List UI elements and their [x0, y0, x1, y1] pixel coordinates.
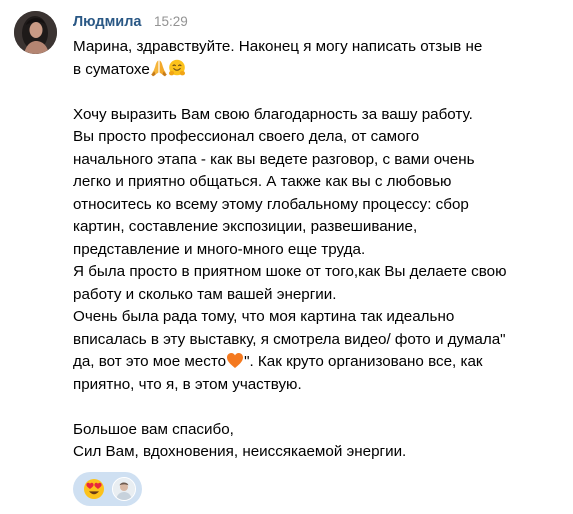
line-text: начального этапа - как вы ведете разгово…	[73, 150, 475, 168]
line-text: Я была просто в приятном шоке от того,ка…	[73, 263, 507, 280]
message-line: легко и приятно общаться. А также как вы…	[73, 171, 563, 194]
message-time[interactable]: 15:29	[154, 14, 188, 29]
line-text: в суматохе	[73, 60, 150, 78]
message-line: Сил Вам, вдохновения, неиссякаемой энерг…	[73, 441, 563, 464]
chat-message: Людмила 15:29 Марина, здравствуйте. Нако…	[0, 0, 573, 514]
line-text: Большое вам спасибо,	[73, 420, 234, 438]
line-text: да, вот это мое место	[73, 353, 227, 370]
orange-heart-icon	[226, 352, 244, 377]
message-line: начального этапа - как вы ведете разгово…	[73, 149, 563, 172]
reactor-avatar[interactable]	[112, 477, 136, 501]
line-text: Вы просто профессионал своего дела, от с…	[73, 128, 420, 145]
message-line: Марина, здравствуйте. Наконец я могу нап…	[73, 36, 563, 59]
line-text: приятно, что я, в этом участвую.	[73, 375, 302, 393]
message-line: относитесь ко всему этому глобальному пр…	[73, 194, 563, 217]
message-line: картин, составление экспозиции, развешив…	[73, 216, 563, 239]
line-text: Марина, здравствуйте. Наконец я могу нап…	[73, 38, 483, 55]
message-line: работу и сколько там вашей энергии.	[73, 284, 563, 307]
author-avatar[interactable]	[14, 11, 57, 54]
line-text: относитесь ко всему этому глобальному пр…	[73, 195, 469, 213]
line-text: Сил Вам, вдохновения, неиссякаемой энерг…	[73, 443, 407, 460]
message-line: в суматохе	[73, 59, 563, 82]
author-name[interactable]: Людмила	[73, 14, 142, 30]
heart-eyes-icon	[83, 478, 105, 505]
message-line: вписалась в эту выставку, я смотрела вид…	[73, 329, 563, 352]
message-line: приятно, что я, в этом участвую.	[73, 374, 563, 397]
message-line: Вы просто профессионал своего дела, от с…	[73, 126, 563, 149]
message-line: представление и много-много еще труда.	[73, 239, 563, 262]
line-text: картин, составление экспозиции, развешив…	[73, 218, 418, 235]
line-text: представление и много-много еще труда.	[73, 240, 366, 258]
folded-hands-icon	[150, 59, 168, 85]
reaction-pill[interactable]	[73, 472, 142, 506]
hugging-face-icon	[168, 59, 186, 85]
message-line: Большое вам спасибо,	[73, 419, 563, 442]
line-text: Очень была рада тому, что моя картина та…	[73, 308, 455, 325]
message-line: да, вот это мое место ". Как круто орган…	[73, 351, 563, 374]
message-line: Хочу выразить Вам свою благодарность за …	[73, 104, 563, 127]
message-body: Марина, здравствуйте. Наконец я могу нап…	[73, 36, 563, 464]
line-text: работу и сколько там вашей энергии.	[73, 285, 337, 303]
line-text: ". Как круто организовано все, как	[244, 353, 483, 370]
line-text: Хочу выразить Вам свою благодарность за …	[73, 105, 473, 123]
message-line: Очень была рада тому, что моя картина та…	[73, 306, 563, 329]
message-header: Людмила 15:29	[73, 12, 188, 32]
line-text: вписалась в эту выставку, я смотрела вид…	[73, 330, 506, 348]
message-line: Я была просто в приятном шоке от того,ка…	[73, 261, 563, 284]
line-text: легко и приятно общаться. А также как вы…	[73, 173, 452, 190]
